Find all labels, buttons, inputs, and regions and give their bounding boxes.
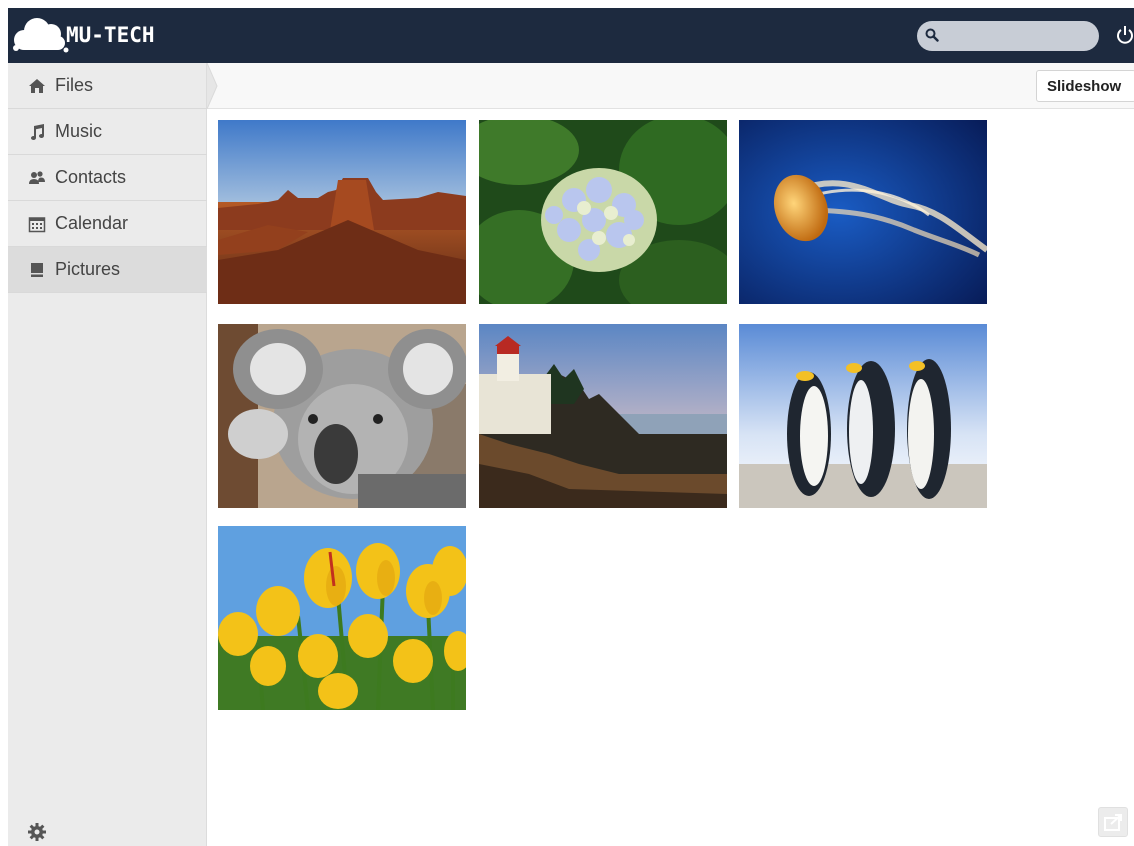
slideshow-button[interactable]: Slideshow: [1036, 70, 1134, 102]
penguins-image: [739, 324, 987, 508]
calendar-icon: [28, 215, 46, 233]
thumbnail-jellyfish[interactable]: [739, 120, 987, 304]
share-icon: [1104, 814, 1122, 831]
sidebar-item-calendar[interactable]: Calendar: [8, 201, 207, 247]
top-header: MU-TECH: [8, 8, 1134, 63]
thumbnail-penguins[interactable]: [739, 324, 987, 508]
search-input[interactable]: [945, 25, 1090, 47]
sidebar-item-label: Files: [55, 75, 94, 95]
desert-image: [218, 120, 466, 304]
brand-name: MU-TECH: [66, 23, 155, 47]
thumbnail-lighthouse[interactable]: [479, 324, 727, 508]
thumbnail-tulips[interactable]: [218, 526, 466, 710]
home-icon: [28, 77, 46, 95]
app-window: MU-TECH Files Music Contacts Calendar Pi…: [0, 0, 1134, 846]
sidebar: Files Music Contacts Calendar Pictures: [8, 63, 207, 846]
sidebar-item-files[interactable]: Files: [8, 63, 207, 109]
music-icon: [28, 123, 46, 141]
tulips-image: [218, 526, 466, 710]
lighthouse-image: [479, 324, 727, 508]
logo[interactable]: MU-TECH: [10, 14, 155, 56]
power-icon[interactable]: [1116, 24, 1134, 46]
sidebar-item-contacts[interactable]: Contacts: [8, 155, 207, 201]
controls-bar: Slideshow: [207, 63, 1134, 109]
cloud-logo-icon: [13, 18, 69, 53]
hydrangea-image: [479, 120, 727, 304]
breadcrumb-arrow-icon: [207, 63, 218, 109]
search-box[interactable]: [917, 21, 1099, 51]
sidebar-item-label: Pictures: [55, 259, 121, 279]
search-icon: [925, 28, 939, 42]
sidebar-item-label: Music: [55, 121, 103, 141]
thumbnail-hydrangea[interactable]: [479, 120, 727, 304]
sidebar-item-music[interactable]: Music: [8, 109, 207, 155]
picture-icon: [28, 261, 46, 279]
share-button[interactable]: [1098, 807, 1128, 837]
jellyfish-image: [739, 120, 987, 304]
contacts-icon: [28, 169, 46, 187]
thumbnail-koala[interactable]: [218, 324, 466, 508]
thumbnail-desert[interactable]: [218, 120, 466, 304]
picture-gallery: [218, 120, 998, 720]
sidebar-item-label: Contacts: [55, 167, 127, 187]
gear-icon[interactable]: [27, 822, 47, 842]
sidebar-item-pictures[interactable]: Pictures: [8, 247, 207, 293]
koala-image: [218, 324, 466, 508]
sidebar-item-label: Calendar: [55, 213, 129, 233]
